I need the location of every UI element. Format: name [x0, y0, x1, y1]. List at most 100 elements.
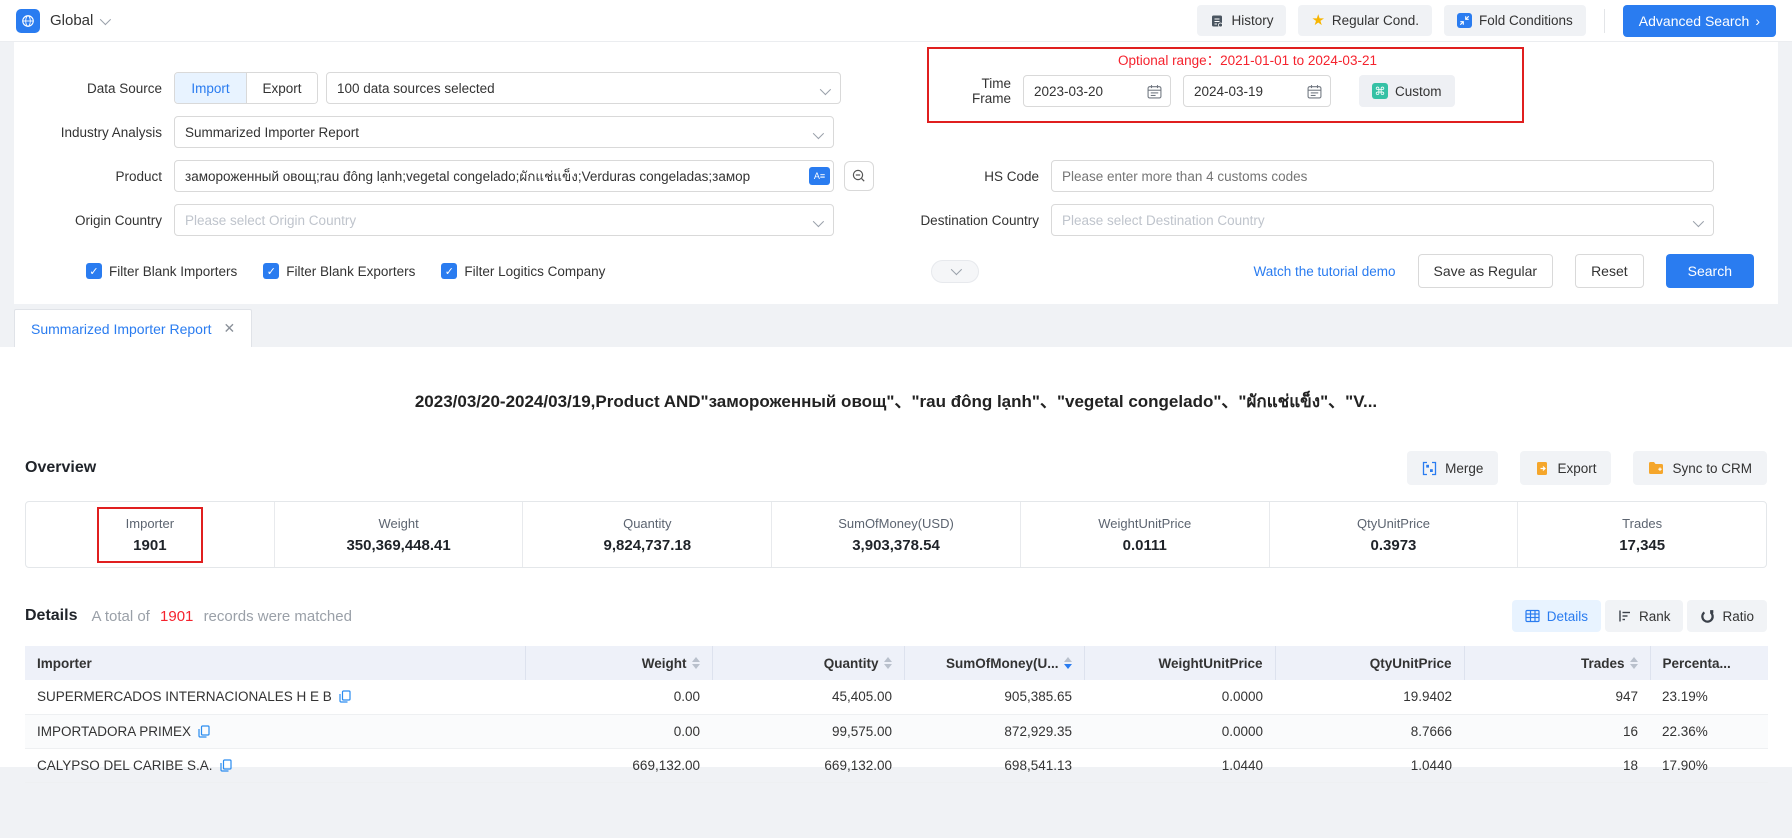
filter-logitics-company-checkbox[interactable]: ✓ Filter Logitics Company — [441, 263, 605, 279]
export-tab[interactable]: Export — [246, 73, 317, 103]
destination-country-select[interactable]: Please select Destination Country — [1051, 204, 1714, 236]
region-selector-label[interactable]: Global — [50, 12, 93, 29]
cell-weight-unit-price: 0.0000 — [1084, 680, 1275, 714]
query-title: 2023/03/20-2024/03/19,Product AND"заморо… — [0, 347, 1792, 415]
matched-count: 1901 — [160, 608, 193, 625]
table-row: IMPORTADORA PRIMEX 0.00 99,575.00 872,92… — [25, 714, 1768, 748]
merge-button[interactable]: Merge — [1407, 451, 1498, 485]
stat-label: WeightUnitPrice — [1098, 516, 1191, 531]
chevron-down-icon — [813, 128, 824, 139]
checkbox-checked-icon: ✓ — [441, 263, 457, 279]
regular-cond-button[interactable]: ★ Regular Cond. — [1298, 5, 1432, 36]
copy-icon[interactable] — [198, 725, 210, 738]
importer-link[interactable]: CALYPSO DEL CARIBE S.A. — [37, 758, 513, 773]
fold-conditions-label: Fold Conditions — [1479, 13, 1573, 28]
stat-value: 3,903,378.54 — [852, 537, 940, 554]
matched-prefix: A total of — [91, 608, 149, 625]
chevron-down-icon[interactable] — [100, 13, 111, 24]
export-button[interactable]: Export — [1520, 451, 1611, 485]
column-label: Quantity — [824, 656, 879, 671]
tab-summarized-importer-report[interactable]: Summarized Importer Report ✕ — [14, 309, 252, 347]
cell-quantity: 99,575.00 — [712, 714, 904, 748]
copy-icon[interactable] — [220, 759, 232, 772]
chevron-down-icon — [1693, 216, 1704, 227]
filter-blank-exporters-label: Filter Blank Exporters — [286, 264, 415, 279]
checkbox-checked-icon: ✓ — [263, 263, 279, 279]
view-details-button[interactable]: Details — [1512, 600, 1601, 632]
column-label: Weight — [642, 656, 687, 671]
sync-to-crm-button[interactable]: Sync to CRM — [1633, 451, 1767, 485]
filter-blank-importers-checkbox[interactable]: ✓ Filter Blank Importers — [86, 263, 237, 279]
table-row: SUPERMERCADOS INTERNACIONALES H E B 0.00… — [25, 680, 1768, 714]
stat-quantity: Quantity 9,824,737.18 — [522, 502, 771, 567]
sort-icon[interactable] — [1630, 657, 1638, 669]
cell-qty-unit-price: 1.0440 — [1275, 748, 1464, 782]
stat-weight-unit-price: WeightUnitPrice 0.0111 — [1020, 502, 1269, 567]
column-qty-unit-price: QtyUnitPrice — [1275, 646, 1464, 680]
topbar: Global History ★ Regular Cond. Fold Cond… — [0, 0, 1792, 42]
importer-link[interactable]: IMPORTADORA PRIMEX — [37, 724, 513, 739]
column-weight[interactable]: Weight — [525, 646, 712, 680]
search-button[interactable]: Search — [1666, 254, 1754, 288]
translate-icon[interactable]: A≡ — [809, 167, 830, 185]
industry-analysis-select[interactable]: Summarized Importer Report — [174, 116, 834, 148]
stat-sum-of-money: SumOfMoney(USD) 3,903,378.54 — [771, 502, 1020, 567]
industry-analysis-label: Industry Analysis — [24, 125, 174, 140]
hs-code-input[interactable] — [1051, 160, 1714, 192]
overview-stats: Importer 1901 Weight 350,369,448.41 Quan… — [25, 501, 1767, 568]
cell-qty-unit-price: 8.7666 — [1275, 714, 1464, 748]
sort-desc-active-icon[interactable] — [1064, 657, 1072, 669]
details-heading: Details — [25, 607, 77, 625]
collapse-conditions-button[interactable] — [931, 260, 979, 283]
column-label: QtyUnitPrice — [1370, 656, 1452, 671]
cell-weight-unit-price: 0.0000 — [1084, 714, 1275, 748]
data-sources-select[interactable]: 100 data sources selected — [326, 72, 841, 104]
custom-range-button[interactable]: ⌘ Custom — [1359, 75, 1455, 107]
sort-icon[interactable] — [692, 657, 700, 669]
fold-conditions-button[interactable]: Fold Conditions — [1444, 5, 1586, 36]
column-label: Importer — [37, 656, 92, 671]
product-input[interactable] — [174, 160, 834, 192]
zoom-out-magnifier-button[interactable] — [844, 161, 874, 191]
filter-blank-exporters-checkbox[interactable]: ✓ Filter Blank Exporters — [263, 263, 415, 279]
view-rank-button[interactable]: Rank — [1605, 600, 1684, 632]
stat-qty-unit-price: QtyUnitPrice 0.3973 — [1269, 502, 1518, 567]
advanced-search-button[interactable]: Advanced Search › — [1623, 5, 1776, 37]
column-weight-unit-price: WeightUnitPrice — [1084, 646, 1275, 680]
tab-label: Summarized Importer Report — [31, 321, 212, 337]
column-trades[interactable]: Trades — [1464, 646, 1650, 680]
origin-country-select[interactable]: Please select Origin Country — [174, 204, 834, 236]
date-to-input[interactable]: 2024-03-19 — [1183, 75, 1331, 107]
history-icon — [1210, 14, 1224, 28]
importer-name: CALYPSO DEL CARIBE S.A. — [37, 758, 213, 773]
view-ratio-button[interactable]: Ratio — [1687, 600, 1767, 632]
import-tab[interactable]: Import — [175, 73, 246, 103]
history-label: History — [1231, 13, 1273, 28]
sort-icon[interactable] — [884, 657, 892, 669]
importer-link[interactable]: SUPERMERCADOS INTERNACIONALES H E B — [37, 689, 513, 704]
stat-label: Weight — [378, 516, 418, 531]
column-quantity[interactable]: Quantity — [712, 646, 904, 680]
time-frame-label: Time Frame — [941, 76, 1023, 106]
cell-weight: 0.00 — [525, 714, 712, 748]
report-content: 2023/03/20-2024/03/19,Product AND"заморо… — [0, 347, 1792, 767]
save-as-regular-button[interactable]: Save as Regular — [1418, 254, 1554, 288]
column-label: SumOfMoney(U... — [946, 656, 1059, 671]
view-details-label: Details — [1547, 609, 1588, 624]
date-from-input[interactable]: 2023-03-20 — [1023, 75, 1171, 107]
export-icon — [1535, 461, 1549, 476]
column-sum-of-money[interactable]: SumOfMoney(U... — [904, 646, 1084, 680]
copy-icon[interactable] — [339, 690, 351, 703]
importer-name: IMPORTADORA PRIMEX — [37, 724, 191, 739]
cell-trades: 16 — [1464, 714, 1650, 748]
tutorial-demo-link[interactable]: Watch the tutorial demo — [1253, 264, 1395, 279]
stat-label: Quantity — [623, 516, 671, 531]
overview-heading: Overview — [25, 459, 96, 477]
stat-value: 0.0111 — [1123, 537, 1167, 554]
date-from-value: 2023-03-20 — [1034, 84, 1103, 99]
view-ratio-label: Ratio — [1722, 609, 1754, 624]
tab-strip: Summarized Importer Report ✕ — [0, 304, 1792, 347]
close-icon[interactable]: ✕ — [224, 320, 236, 337]
reset-button[interactable]: Reset — [1575, 254, 1644, 288]
history-button[interactable]: History — [1197, 5, 1286, 36]
